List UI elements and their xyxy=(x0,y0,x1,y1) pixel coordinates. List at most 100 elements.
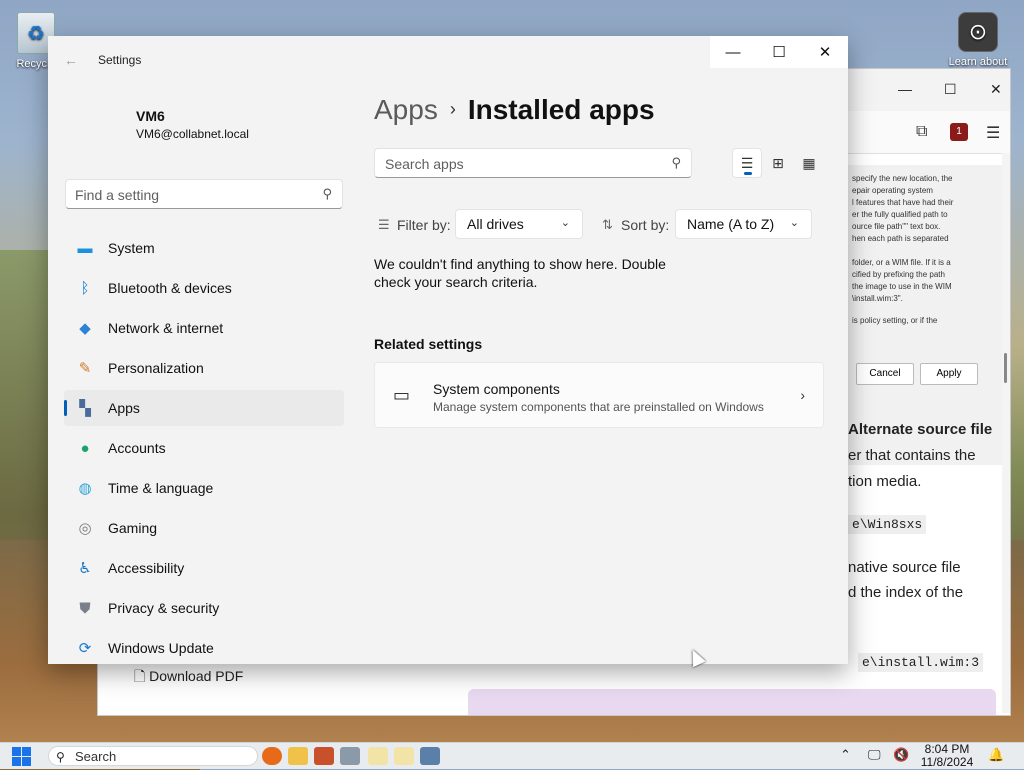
window-title: Settings xyxy=(98,53,142,67)
doc-code-snippet: e\Win8sxs xyxy=(848,515,927,534)
dialog-cancel-button[interactable]: Cancel xyxy=(856,363,914,385)
taskbar-search-box[interactable]: ⚲ Search xyxy=(48,746,258,766)
learn-about-label: Learn about xyxy=(948,56,1008,68)
doc-line: \install.wim:3". xyxy=(852,294,903,303)
accessibility-icon: ♿ xyxy=(78,560,92,577)
sidebar-item-time-language[interactable]: ◍ Time & language xyxy=(64,470,344,506)
breadcrumb: Apps › Installed apps xyxy=(374,94,655,126)
browser-close-button[interactable]: ✕ xyxy=(990,81,1002,98)
grid-view-button[interactable]: ▦ xyxy=(794,148,824,178)
sidebar-item-apps[interactable]: ▚ Apps xyxy=(64,390,344,426)
sidebar-item-label: Windows Update xyxy=(108,640,214,656)
browser-maximize-button[interactable]: ☐ xyxy=(944,81,957,98)
shield-icon: ⛊ xyxy=(79,599,91,617)
sidebar-item-label: Privacy & security xyxy=(108,600,220,616)
breadcrumb-apps-link[interactable]: Apps xyxy=(374,94,438,125)
settings-window[interactable]: ← Settings — ☐ ✕ VM6 VM6@collabnet.local… xyxy=(48,36,848,664)
volume-muted-icon[interactable]: 🔇 xyxy=(893,747,909,763)
firefox-icon[interactable] xyxy=(262,747,282,765)
related-settings-heading: Related settings xyxy=(374,336,483,352)
sort-label: Sort by: xyxy=(621,217,670,233)
browser-scrollbar-thumb[interactable] xyxy=(1004,353,1007,383)
sort-value: Name (A to Z) xyxy=(687,216,775,232)
chevron-up-icon[interactable]: ⌃ xyxy=(840,747,851,763)
network-icon[interactable]: 🖵 xyxy=(868,747,881,763)
doc-paragraph-line: d the index of the xyxy=(848,584,964,601)
learn-about-shortcut[interactable]: ⊙ Learn about xyxy=(938,12,1018,68)
sidebar-item-label: Personalization xyxy=(108,360,204,376)
browser-minimize-button[interactable]: — xyxy=(898,81,912,97)
sidebar-item-network-internet[interactable]: ◆ Network & internet xyxy=(64,310,344,346)
filter-label: Filter by: xyxy=(397,217,451,233)
download-pdf-link[interactable]: 🗋 Download PDF xyxy=(134,666,243,690)
clock[interactable]: 8:04 PM 11/8/2024 xyxy=(917,743,977,769)
find-setting-input[interactable] xyxy=(66,180,317,210)
view-toggle-group: ☰ ⊞ ▦ xyxy=(732,148,826,180)
search-icon: ⚲ xyxy=(56,750,65,764)
ublock-icon[interactable]: 1 xyxy=(950,123,968,141)
download-pdf-label: Download PDF xyxy=(149,668,244,684)
doc-line: folder, or a WIM file. If it is a xyxy=(852,258,951,267)
filter-icon: ☰ xyxy=(378,217,390,232)
doc-code-snippet: e\install.wim:3 xyxy=(858,653,984,672)
page-title: Installed apps xyxy=(467,94,655,125)
filter-value: All drives xyxy=(467,216,524,232)
list-view-button[interactable]: ☰ xyxy=(732,148,762,178)
file-explorer-icon[interactable] xyxy=(288,747,308,765)
doc-line: er the fully qualified path to xyxy=(852,210,948,219)
empty-results-message: We couldn't find anything to show here. … xyxy=(374,256,666,290)
sidebar-item-system[interactable]: ▬ System xyxy=(64,230,344,266)
system-components-subtitle: Manage system components that are preins… xyxy=(433,400,764,414)
sidebar-item-label: Time & language xyxy=(108,480,214,496)
feedback-banner xyxy=(468,689,996,715)
chevron-right-icon: › xyxy=(800,387,805,403)
minimize-button[interactable]: — xyxy=(710,36,756,68)
doc-line: specify the new location, the xyxy=(852,174,953,183)
system-components-card[interactable]: ▭ System components Manage system compon… xyxy=(374,362,824,428)
filter-dropdown[interactable]: All drives ⌄ xyxy=(455,209,583,239)
dialog-apply-button[interactable]: Apply xyxy=(920,363,978,385)
extensions-icon[interactable]: ⧉ xyxy=(916,123,927,141)
doc-line: cified by prefixing the path xyxy=(852,270,945,279)
sort-dropdown[interactable]: Name (A to Z) ⌄ xyxy=(675,209,812,239)
search-apps-input[interactable] xyxy=(375,149,667,179)
sidebar-item-accounts[interactable]: ● Accounts xyxy=(64,430,344,466)
sidebar-item-label: System xyxy=(108,240,155,256)
back-arrow-icon[interactable]: ← xyxy=(64,52,78,68)
search-apps-box: ⚲ xyxy=(374,148,692,179)
sort-icon: ⇅ xyxy=(602,217,613,232)
app-store-icon[interactable] xyxy=(314,747,334,765)
user-email: VM6@collabnet.local xyxy=(136,127,249,141)
notepad-icon[interactable] xyxy=(368,747,388,765)
sidebar-item-label: Bluetooth & devices xyxy=(108,280,232,296)
doc-line: is policy setting, or if the xyxy=(852,316,938,325)
settings-app-icon[interactable] xyxy=(420,747,440,765)
start-button[interactable] xyxy=(12,747,32,767)
ublock-badge: 1 xyxy=(956,126,962,137)
close-button[interactable]: ✕ xyxy=(802,36,848,68)
wifi-icon: ◆ xyxy=(79,320,91,337)
menu-icon[interactable]: ☰ xyxy=(986,123,1000,143)
person-icon: ● xyxy=(80,439,90,457)
doc-paragraph-line: tion media. xyxy=(848,473,922,490)
sidebar-item-label: Apps xyxy=(108,400,140,416)
globe-clock-icon: ◍ xyxy=(78,480,92,497)
maximize-button[interactable]: ☐ xyxy=(756,36,802,68)
notepad-icon[interactable] xyxy=(394,747,414,765)
sidebar-item-privacy-security[interactable]: ⛊ Privacy & security xyxy=(64,590,344,626)
tile-view-button[interactable]: ⊞ xyxy=(763,148,793,178)
settings-nav: ▬ System ᛒ Bluetooth & devices ◆ Network & in… xyxy=(64,230,344,664)
sidebar-item-bluetooth-devices[interactable]: ᛒ Bluetooth & devices xyxy=(64,270,344,306)
admin-tools-icon[interactable] xyxy=(340,747,360,765)
browser-scrollbar[interactable] xyxy=(1002,153,1010,713)
monitor-icon: ▬ xyxy=(77,239,93,257)
sidebar-item-windows-update[interactable]: ⟳ Windows Update xyxy=(64,630,344,664)
system-components-icon: ▭ xyxy=(393,385,411,405)
gamepad-icon: ◎ xyxy=(78,520,92,537)
find-setting-box: ⚲ xyxy=(65,179,343,210)
sidebar-item-gaming[interactable]: ◎ Gaming xyxy=(64,510,344,546)
doc-line: hen each path is separated xyxy=(852,234,949,243)
sidebar-item-accessibility[interactable]: ♿ Accessibility xyxy=(64,550,344,586)
notification-bell-icon[interactable]: 🔔 xyxy=(988,747,1004,763)
sidebar-item-personalization[interactable]: ✎ Personalization xyxy=(64,350,344,386)
